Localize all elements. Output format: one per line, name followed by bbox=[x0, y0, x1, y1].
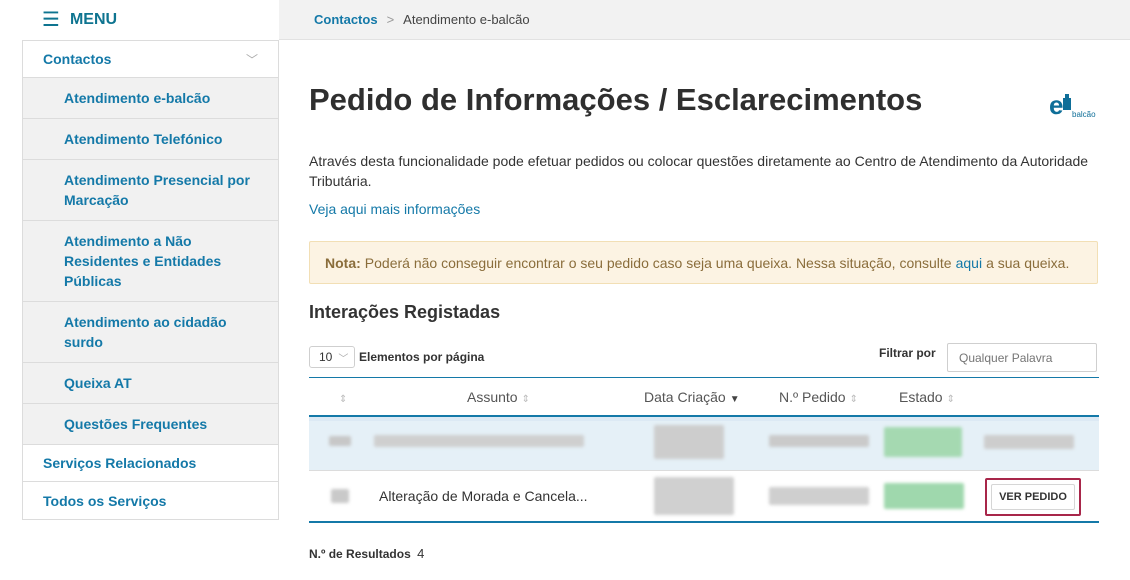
redacted-cell bbox=[654, 425, 724, 459]
sort-desc-icon: ▼ bbox=[729, 394, 740, 405]
redacted-cell bbox=[654, 477, 734, 515]
redacted-cell bbox=[329, 436, 351, 446]
menu-toggle[interactable]: ☰ MENU bbox=[22, 0, 279, 40]
svg-text:e: e bbox=[1049, 90, 1063, 120]
results-count: N.º de Resultados 4 bbox=[309, 546, 424, 561]
sort-icon: ⇕ bbox=[946, 394, 955, 405]
column-header-assunto[interactable]: Assunto ⇕ bbox=[467, 389, 530, 405]
breadcrumb-current: Atendimento e-balcão bbox=[403, 12, 530, 27]
column-header-numero-pedido[interactable]: N.º Pedido ⇕ bbox=[779, 389, 858, 405]
sidebar-item-atendimento-telefonico[interactable]: Atendimento Telefónico bbox=[23, 119, 278, 160]
table-controls: 10 ﹀ Elementos por página Filtrar por bbox=[309, 343, 1099, 373]
note-label: Nota: bbox=[325, 254, 361, 271]
column-header-estado[interactable]: Estado ⇕ bbox=[899, 389, 955, 405]
sort-icon: ⇕ bbox=[521, 394, 530, 405]
page-size-value: 10 bbox=[319, 350, 333, 364]
sidebar-item-atendimento-e-balcao[interactable]: Atendimento e-balcão bbox=[23, 78, 278, 119]
sidebar-item-contactos[interactable]: Contactos ﹀ bbox=[23, 41, 278, 78]
sidebar-item-nao-residentes[interactable]: Atendimento a Não Residentes e Entidades… bbox=[23, 221, 278, 302]
breadcrumb-link-contactos[interactable]: Contactos bbox=[314, 12, 378, 27]
section-title: Interações Registadas bbox=[309, 302, 501, 322]
sidebar-item-label: Serviços Relacionados bbox=[43, 455, 197, 471]
redacted-cell bbox=[769, 487, 869, 505]
page-size-select[interactable]: 10 ﹀ bbox=[309, 346, 355, 368]
ebalcao-logo: e balcão bbox=[1049, 90, 1104, 122]
page-title: Pedido de Informações / Esclarecimentos bbox=[309, 82, 923, 117]
table-row[interactable] bbox=[309, 417, 1099, 471]
filter-input[interactable] bbox=[947, 343, 1097, 372]
filter-label: Filtrar por bbox=[879, 346, 936, 360]
page-description: Através desta funcionalidade pode efetua… bbox=[309, 153, 1089, 189]
logo-text: balcão bbox=[1072, 110, 1096, 119]
sidebar-item-todos-servicos[interactable]: Todos os Serviços bbox=[23, 482, 278, 519]
status-badge bbox=[884, 427, 962, 457]
sidebar-item-questoes-frequentes[interactable]: Questões Frequentes bbox=[23, 404, 278, 445]
note-text: Poderá não conseguir encontrar o seu ped… bbox=[364, 254, 952, 271]
sidebar-item-label: Todos os Serviços bbox=[43, 492, 167, 509]
redacted-cell bbox=[769, 435, 869, 447]
column-header-data-criacao[interactable]: Data Criação ▼ bbox=[644, 389, 740, 405]
sidebar-item-atendimento-presencial[interactable]: Atendimento Presencial por Marcação bbox=[23, 160, 278, 221]
hamburger-icon: ☰ bbox=[42, 9, 60, 31]
sidebar-item-cidadao-surdo[interactable]: Atendimento ao cidadão surdo bbox=[23, 302, 278, 363]
table-row[interactable]: Alteração de Morada e Cancela... VER PED… bbox=[309, 471, 1099, 523]
page-size-label: Elementos por página bbox=[359, 350, 485, 364]
results-label: N.º de Resultados bbox=[309, 547, 411, 561]
ver-pedido-button[interactable]: VER PEDIDO bbox=[985, 478, 1081, 516]
breadcrumb: Contactos > Atendimento e-balcão bbox=[279, 0, 1130, 40]
menu-label: MENU bbox=[69, 11, 118, 28]
redacted-cell bbox=[374, 435, 584, 447]
sort-icon[interactable]: ⇕ bbox=[339, 389, 347, 405]
sort-icon: ⇕ bbox=[849, 394, 858, 405]
interactions-table: ⇕ Assunto ⇕ Data Criação ▼ N.º Pedido ⇕ Est… bbox=[309, 377, 1099, 523]
note-link-aqui[interactable]: aqui bbox=[956, 255, 982, 271]
note-text-end: a sua queixa. bbox=[986, 254, 1070, 271]
ver-pedido-label: VER PEDIDO bbox=[991, 484, 1075, 510]
sidebar-item-servicos-relacionados[interactable]: Serviços Relacionados bbox=[23, 445, 278, 482]
chevron-down-icon: ﹀ bbox=[338, 353, 349, 365]
results-value: 4 bbox=[417, 546, 425, 561]
cell-assunto: Alteração de Morada e Cancela... bbox=[379, 488, 588, 504]
redacted-cell bbox=[331, 489, 349, 503]
chevron-down-icon: ﹀ bbox=[245, 52, 258, 67]
sidebar: ☰ MENU Contactos ﹀ Atendimento e-balcão … bbox=[22, 0, 279, 520]
breadcrumb-separator: > bbox=[386, 12, 395, 27]
status-badge bbox=[884, 483, 964, 509]
more-info-link[interactable]: Veja aqui mais informações bbox=[309, 201, 480, 217]
table-header: ⇕ Assunto ⇕ Data Criação ▼ N.º Pedido ⇕ Est… bbox=[309, 377, 1099, 417]
sidebar-item-label: Contactos bbox=[43, 51, 112, 67]
note-alert: Nota: Poderá não conseguir encontrar o s… bbox=[309, 241, 1098, 284]
sidebar-item-queixa-at[interactable]: Queixa AT bbox=[23, 363, 278, 404]
sidebar-menu: Contactos ﹀ Atendimento e-balcão Atendim… bbox=[22, 40, 279, 520]
redacted-button bbox=[984, 435, 1074, 449]
